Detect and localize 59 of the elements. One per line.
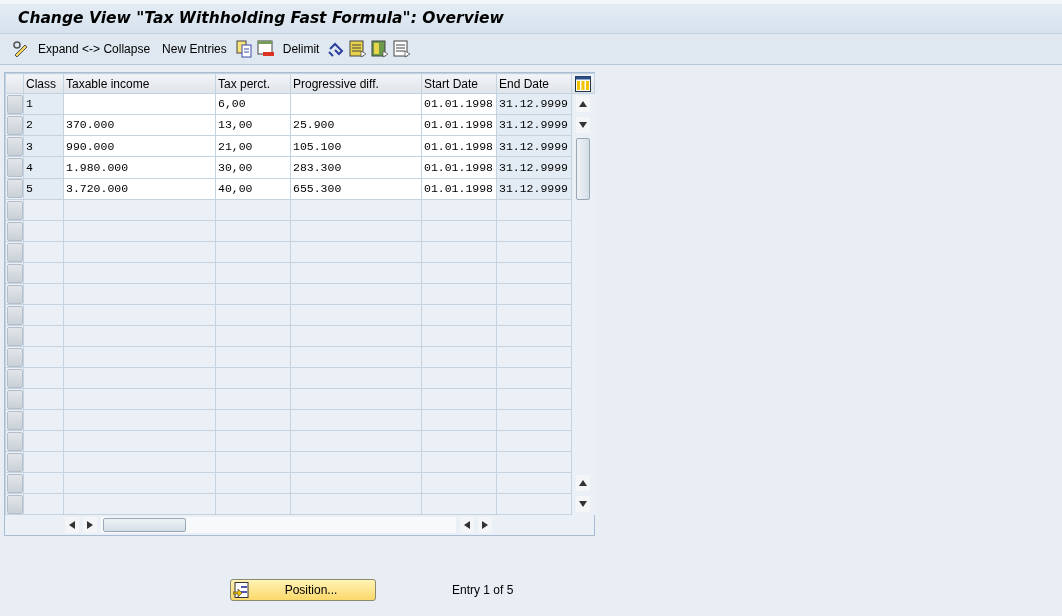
deselect-all-icon[interactable]	[393, 40, 412, 58]
down-arrow-icon	[579, 122, 588, 128]
column-settings-icon[interactable]	[575, 76, 591, 93]
row-selector[interactable]	[6, 305, 23, 325]
column-header[interactable]: End Date	[496, 73, 572, 94]
row-selector[interactable]	[6, 242, 23, 262]
row-selector[interactable]	[6, 410, 23, 430]
row-selector[interactable]	[6, 389, 23, 409]
row-selector[interactable]	[6, 115, 23, 135]
row-selector[interactable]	[6, 473, 23, 493]
row-selector[interactable]	[6, 94, 23, 114]
column-header[interactable]: Tax perct.	[215, 73, 291, 94]
new-entries-button[interactable]: New Entries	[158, 39, 231, 59]
select-block-icon[interactable]	[371, 40, 390, 58]
horizontal-scrollbar[interactable]	[101, 517, 456, 533]
row-selector[interactable]	[6, 200, 23, 220]
row-selector[interactable]	[6, 158, 23, 177]
row-selector[interactable]	[6, 431, 23, 451]
position-icon	[233, 582, 249, 598]
down-arrow-icon	[579, 501, 588, 507]
scroll-down-button[interactable]	[576, 496, 591, 512]
delete-icon[interactable]	[256, 40, 275, 58]
up-arrow-icon	[579, 480, 588, 486]
right-arrow-icon	[482, 521, 488, 529]
row-selector[interactable]	[6, 347, 23, 367]
row-selector[interactable]	[6, 284, 23, 304]
row-selector[interactable]	[6, 136, 23, 156]
scroll-thumb[interactable]	[576, 137, 591, 200]
expand-collapse-button[interactable]: Expand <-> Collapse	[34, 39, 155, 59]
column-header[interactable]: Taxable income	[63, 73, 216, 94]
scroll-thumb[interactable]	[103, 518, 186, 532]
scroll-up-button[interactable]	[576, 475, 591, 491]
select-all-cell[interactable]	[5, 73, 24, 94]
column-header[interactable]: Class	[23, 73, 64, 94]
select-all-icon[interactable]	[349, 40, 368, 58]
right-arrow-icon	[87, 521, 93, 529]
row-selector[interactable]	[6, 494, 23, 514]
scroll-left-button[interactable]	[65, 517, 79, 533]
delimit-button[interactable]: Delimit	[278, 39, 324, 59]
window-title: Change View "Tax Withholding Fast Formula": Overview	[18, 9, 504, 28]
row-selector[interactable]	[6, 326, 23, 346]
up-arrow-icon	[579, 101, 588, 108]
row-selector[interactable]	[6, 452, 23, 472]
row-selector[interactable]	[6, 179, 23, 199]
left-arrow-icon	[69, 521, 75, 529]
row-selector[interactable]	[6, 221, 23, 241]
scroll-right-button[interactable]	[83, 517, 97, 533]
scroll-right-button[interactable]	[478, 517, 492, 533]
column-header[interactable]: Progressive diff.	[290, 73, 422, 94]
row-selector[interactable]	[6, 368, 23, 388]
scroll-down-button[interactable]	[576, 117, 591, 133]
copy-icon[interactable]	[234, 40, 253, 58]
entry-counter: Entry 1 of 5	[452, 582, 514, 599]
position-button[interactable]: Position...	[230, 579, 376, 601]
scroll-up-button[interactable]	[576, 96, 591, 113]
row-selector[interactable]	[6, 263, 23, 283]
scroll-left-button[interactable]	[460, 517, 474, 533]
left-arrow-icon	[464, 521, 470, 529]
column-header[interactable]: Start Date	[421, 73, 497, 94]
